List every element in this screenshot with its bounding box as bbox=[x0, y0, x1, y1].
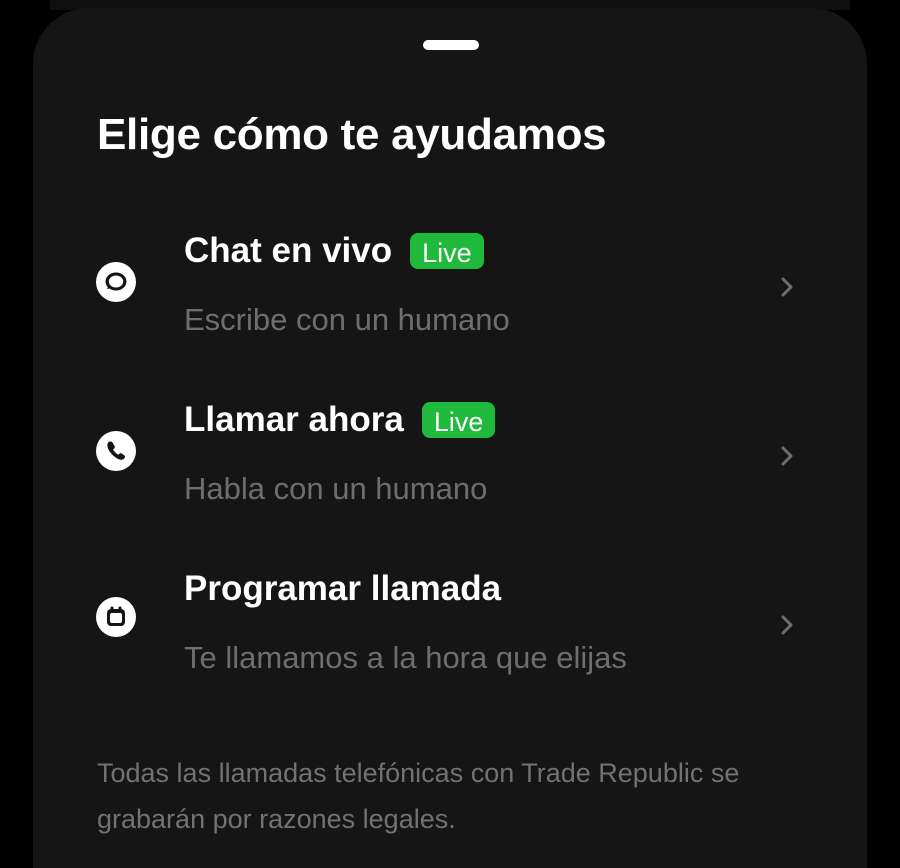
live-badge: Live bbox=[410, 233, 484, 269]
chevron-right-icon bbox=[781, 446, 793, 466]
option-schedule-call-label: Programar llamada bbox=[184, 569, 502, 608]
option-schedule-call[interactable]: Programar llamada Te llamamos a la hora … bbox=[33, 539, 867, 689]
recording-disclaimer: Todas las llamadas telefónicas con Trade… bbox=[97, 758, 740, 834]
chat-bubble-icon bbox=[96, 262, 136, 302]
option-call-now-title-row: Llamar ahora Live bbox=[184, 400, 496, 440]
option-live-chat-label: Chat en vivo bbox=[184, 231, 393, 270]
option-live-chat[interactable]: Chat en vivo Live Escribe con un humano bbox=[33, 201, 867, 351]
chevron-right-icon bbox=[781, 277, 793, 297]
option-live-chat-subtitle: Escribe con un humano bbox=[184, 302, 510, 337]
option-call-now[interactable]: Llamar ahora Live Habla con un humano bbox=[33, 370, 867, 520]
chevron-right-icon bbox=[781, 615, 793, 635]
option-schedule-call-subtitle: Te llamamos a la hora que elijas bbox=[184, 640, 627, 675]
live-badge: Live bbox=[421, 402, 496, 438]
sheet-drag-handle[interactable] bbox=[423, 40, 479, 50]
sheet-title: Elige cómo te ayudamos bbox=[97, 110, 607, 159]
option-call-now-subtitle: Habla con un humano bbox=[184, 471, 488, 506]
option-call-now-label: Llamar ahora bbox=[184, 400, 404, 439]
option-live-chat-title-row: Chat en vivo Live bbox=[184, 231, 484, 271]
calendar-icon bbox=[96, 597, 136, 637]
help-options-sheet: Elige cómo te ayudamos Chat en vivo Live… bbox=[33, 8, 867, 868]
phone-icon bbox=[96, 431, 136, 471]
